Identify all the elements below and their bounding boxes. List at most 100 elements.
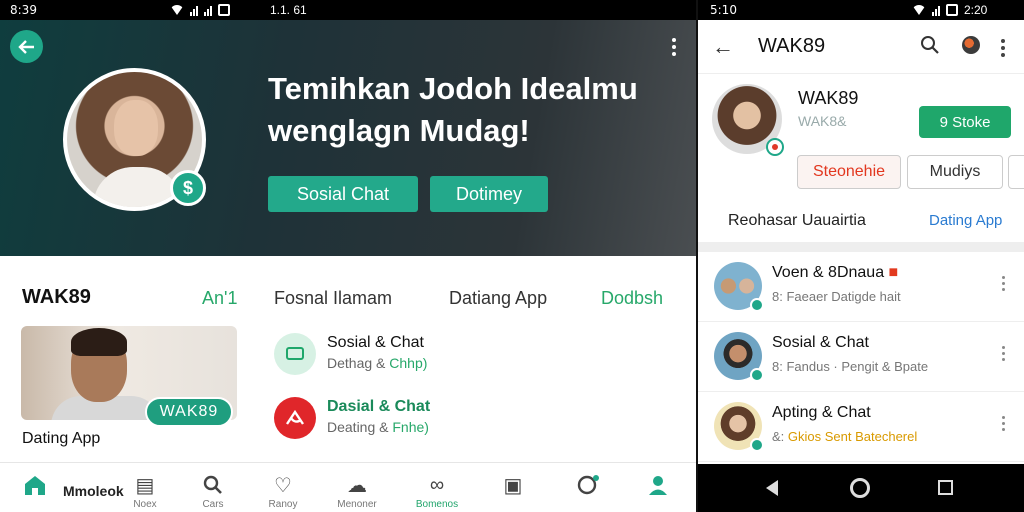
left-screen: 8:39 1.1. 61 $ Temihkan Jodoh Idealmu we… — [0, 0, 696, 512]
nav-label: Cars — [202, 499, 224, 510]
more-menu-icon[interactable] — [1002, 416, 1005, 431]
nav-home[interactable] — [10, 473, 60, 497]
right-screen: 5:10 2:20 ← WAK89 WAK89 WAK8& 9 Stoke St… — [698, 0, 1024, 512]
system-back-icon[interactable] — [766, 480, 778, 496]
status-time: 5:10 — [710, 3, 737, 17]
signal-icon-2 — [204, 5, 212, 16]
divider — [698, 242, 1024, 252]
list-item-title: Sosial & Chat — [327, 334, 424, 351]
photo-name-tag: WAK89 — [145, 397, 233, 427]
search-icon[interactable] — [920, 35, 940, 60]
user-icon — [646, 473, 670, 497]
chip-steonehie[interactable]: Steonehie — [797, 155, 901, 189]
avatar — [714, 332, 764, 382]
battery-icon — [946, 4, 958, 16]
hero-title-line2: wenglagn Mudag! — [268, 113, 530, 148]
list-item[interactable]: Dasial & Chat Deating & Fnhe) — [274, 397, 534, 441]
status-time: 8:39 — [10, 3, 37, 17]
bag-icon: ▣ — [503, 474, 523, 497]
battery-icon — [218, 4, 230, 16]
list-item-subtitle: Deating & Fnhe) — [327, 419, 429, 435]
home-icon — [23, 473, 47, 497]
dating-heart-icon — [274, 397, 316, 439]
profile-name: WAK89 — [798, 88, 859, 108]
back-button[interactable] — [10, 30, 43, 63]
hero-title-line1: Temihkan Jodoh Idealmu — [268, 71, 638, 106]
wifi-icon — [912, 5, 926, 15]
status-icons: 2:20 — [912, 3, 987, 17]
chat-icon — [274, 333, 316, 375]
more-menu-icon[interactable] — [1002, 276, 1005, 291]
nav-random[interactable]: ♡ Ranoy — [258, 473, 308, 511]
group-icon: ☁ — [347, 474, 367, 497]
status-clock: 2:20 — [964, 3, 988, 17]
page-title: WAK89 — [758, 35, 826, 57]
nav-search[interactable]: Cars — [188, 473, 238, 510]
nav-label: Bomenos — [415, 499, 459, 510]
nav-notes[interactable]: ▤ Noex — [120, 473, 170, 511]
wifi-icon — [170, 5, 184, 15]
signal-icon — [190, 5, 198, 16]
nav-label: Noex — [133, 499, 157, 510]
nav-home-label: Mmoleok — [63, 483, 124, 499]
status-badge — [766, 138, 784, 156]
chat-q-icon — [576, 473, 600, 497]
tab-dating-app[interactable]: Datiang App — [449, 288, 547, 309]
list-item-subtitle: 8: Faeaer Datigde hait — [772, 289, 901, 304]
arrow-left-icon — [17, 39, 34, 54]
photo-caption: Dating App — [22, 430, 101, 447]
stoke-button[interactable]: 9 Stoke — [919, 106, 1011, 138]
tab-fosnal[interactable]: Fosnal Ilamam — [274, 288, 392, 309]
profile-row: WAK89 An'1 Fosnal Ilamam Datiang App Dod… — [0, 280, 696, 314]
app-bar: ← WAK89 — [698, 20, 1024, 74]
list-item-title: Dasial & Chat — [327, 398, 431, 415]
profile-name: WAK89 — [22, 286, 91, 308]
hero-banner: $ Temihkan Jodoh Idealmu wenglagn Mudag! — [0, 20, 696, 256]
list-item[interactable]: Sosial & Chat Dethag & Chhp) — [274, 333, 534, 377]
nav-profile[interactable] — [633, 473, 683, 497]
chip-mudiys[interactable]: Mudiys — [907, 155, 1003, 189]
note-icon: ▤ — [135, 474, 155, 497]
dating-app-link[interactable]: Dating App — [929, 212, 1002, 229]
list-item-title: Voen & 8Dnaua ■ — [772, 264, 899, 281]
more-menu-icon[interactable] — [672, 38, 676, 56]
signal-icon — [932, 5, 940, 16]
verified-badge: $ — [170, 170, 206, 206]
nav-chat[interactable] — [563, 473, 613, 497]
system-nav-bar — [698, 464, 1024, 512]
list-item[interactable]: Sosial & Chat 8: Fandus · Pengit & Bpate — [698, 322, 1024, 392]
more-menu-icon[interactable] — [1001, 39, 1005, 57]
status-bar-right: 5:10 2:20 — [698, 0, 1024, 20]
list-item[interactable]: Apting & Chat &: Gkios Sent Batecherel — [698, 392, 1024, 462]
nav-bomenos[interactable]: ∞ Bomenos — [412, 473, 462, 511]
profile-an-link[interactable]: An'1 — [202, 288, 237, 309]
more-menu-icon[interactable] — [1002, 346, 1005, 361]
social-chat-button[interactable]: Sosial Chat — [268, 176, 418, 212]
list-item-subtitle: 8: Fandus · Pengit & Bpate — [772, 359, 929, 374]
location-icon[interactable] — [962, 36, 980, 54]
system-home-icon[interactable] — [850, 478, 870, 498]
list-item-subtitle: Dethag & Chhp) — [327, 355, 428, 371]
chat-bubble-icon: ∞ — [429, 473, 445, 496]
dating-button[interactable]: Dotimey — [430, 176, 548, 212]
list-item-subtitle: &: Gkios Sent Batecherel — [772, 429, 918, 444]
search-icon — [201, 473, 225, 497]
system-recents-icon[interactable] — [938, 480, 953, 495]
nav-bag[interactable]: ▣ — [488, 473, 538, 497]
nav-label: Ranoy — [268, 499, 298, 510]
bottom-nav: Mmoleok ▤ Noex Cars ♡ Ranoy ☁ Menoner ∞ … — [0, 462, 696, 512]
status-mid-text: 1.1. 61 — [270, 3, 307, 17]
nav-menoner[interactable]: ☁ Menoner — [332, 473, 382, 511]
list-item-title: Sosial & Chat — [772, 334, 869, 351]
heart-icon: ♡ — [274, 474, 292, 497]
nav-label: Menoner — [337, 499, 377, 510]
status-icons — [170, 4, 230, 16]
list-item[interactable]: Voen & 8Dnaua ■ 8: Faeaer Datigde hait — [698, 252, 1024, 322]
back-arrow-icon[interactable]: ← — [712, 34, 734, 60]
profile-handle: WAK8& — [798, 113, 847, 129]
chip-more[interactable] — [1008, 155, 1024, 189]
avatar — [714, 262, 764, 312]
avatar — [714, 402, 764, 452]
list-item-title: Apting & Chat — [772, 404, 871, 421]
tab-dodbsh[interactable]: Dodbsh — [601, 288, 663, 309]
